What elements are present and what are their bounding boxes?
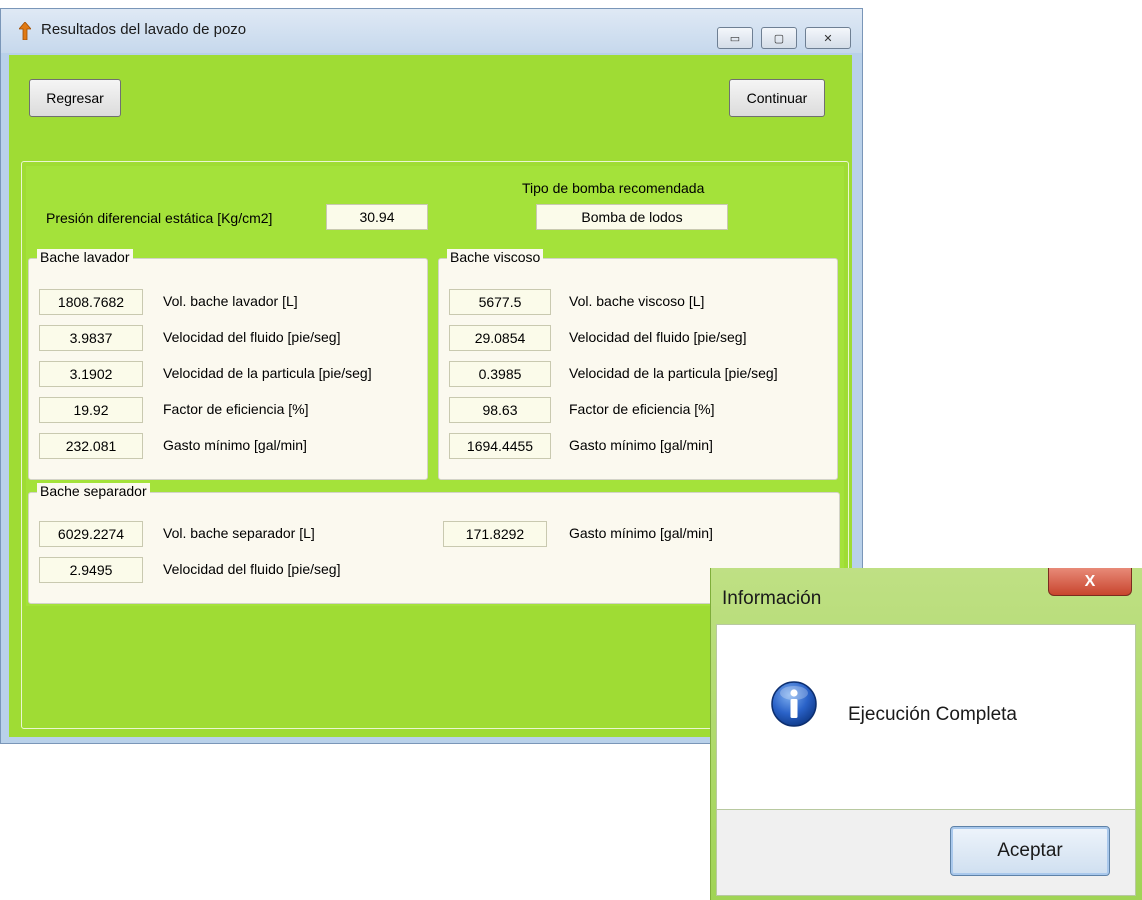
lavador-efficiency-field[interactable]: 19.92 <box>39 397 143 423</box>
info-icon <box>771 681 817 727</box>
separador-min-flow-field[interactable]: 171.8292 <box>443 521 547 547</box>
bache-viscoso-group: Bache viscoso 5677.5 Vol. bache viscoso … <box>438 249 838 480</box>
viscoso-efficiency-field[interactable]: 98.63 <box>449 397 551 423</box>
list-item: 1808.7682 Vol. bache lavador [L] <box>29 289 427 317</box>
bache-viscoso-title: Bache viscoso <box>447 249 544 265</box>
lavador-min-flow-label: Gasto mínimo [gal/min] <box>163 437 307 453</box>
close-icon: ✕ <box>823 32 833 45</box>
list-item: 232.081 Gasto mínimo [gal/min] <box>29 433 427 461</box>
list-item: 29.0854 Velocidad del fluido [pie/seg] <box>439 325 837 353</box>
dialog-close-button[interactable]: X <box>1048 568 1132 596</box>
viscoso-fluid-velocity-field[interactable]: 29.0854 <box>449 325 551 351</box>
separador-vol-field[interactable]: 6029.2274 <box>39 521 143 547</box>
bache-lavador-group: Bache lavador 1808.7682 Vol. bache lavad… <box>28 249 428 480</box>
pump-type-field[interactable]: Bomba de lodos <box>536 204 728 230</box>
info-dialog: Información X Ejecución Completa Aceptar <box>710 568 1142 900</box>
separador-min-flow-label: Gasto mínimo [gal/min] <box>569 525 713 541</box>
list-item: 3.1902 Velocidad de la particula [pie/se… <box>29 361 427 389</box>
lavador-vol-field[interactable]: 1808.7682 <box>39 289 143 315</box>
bache-separador-title: Bache separador <box>37 483 150 499</box>
viscoso-min-flow-label: Gasto mínimo [gal/min] <box>569 437 713 453</box>
ok-button[interactable]: Aceptar <box>950 826 1110 876</box>
list-item: 1694.4455 Gasto mínimo [gal/min] <box>439 433 837 461</box>
continue-button[interactable]: Continuar <box>729 79 825 117</box>
list-item: 5677.5 Vol. bache viscoso [L] <box>439 289 837 317</box>
lavador-particle-velocity-field[interactable]: 3.1902 <box>39 361 143 387</box>
minimize-button[interactable]: ▭ <box>717 27 753 49</box>
back-button[interactable]: Regresar <box>29 79 121 117</box>
list-item: 3.9837 Velocidad del fluido [pie/seg] <box>29 325 427 353</box>
separador-fluid-velocity-field[interactable]: 2.9495 <box>39 557 143 583</box>
lavador-particle-velocity-label: Velocidad de la particula [pie/seg] <box>163 365 372 381</box>
maximize-icon: ▢ <box>773 32 785 45</box>
pressure-label: Presión diferencial estática [Kg/cm2] <box>46 210 273 226</box>
window-title: Resultados del lavado de pozo <box>41 21 247 38</box>
separador-vol-label: Vol. bache separador [L] <box>163 525 315 541</box>
close-icon: X <box>1084 572 1096 590</box>
lavador-fluid-velocity-field[interactable]: 3.9837 <box>39 325 143 351</box>
list-item: 0.3985 Velocidad de la particula [pie/se… <box>439 361 837 389</box>
list-item: 19.92 Factor de eficiencia [%] <box>29 397 427 425</box>
lavador-efficiency-label: Factor de eficiencia [%] <box>163 401 309 417</box>
separador-fluid-velocity-label: Velocidad del fluido [pie/seg] <box>163 561 341 577</box>
viscoso-min-flow-field[interactable]: 1694.4455 <box>449 433 551 459</box>
dialog-message: Ejecución Completa <box>848 704 1017 725</box>
viscoso-fluid-velocity-label: Velocidad del fluido [pie/seg] <box>569 329 747 345</box>
results-panel-body: Presión diferencial estática [Kg/cm2] 30… <box>26 166 844 606</box>
dialog-title: Información <box>722 588 822 609</box>
close-button[interactable]: ✕ <box>805 27 851 49</box>
viscoso-particle-velocity-field[interactable]: 0.3985 <box>449 361 551 387</box>
lavador-vol-label: Vol. bache lavador [L] <box>163 293 298 309</box>
viscoso-particle-velocity-label: Velocidad de la particula [pie/seg] <box>569 365 778 381</box>
viscoso-vol-label: Vol. bache viscoso [L] <box>569 293 705 309</box>
window-titlebar[interactable]: Resultados del lavado de pozo ▭ ▢ ✕ <box>1 9 862 53</box>
lavador-fluid-velocity-label: Velocidad del fluido [pie/seg] <box>163 329 341 345</box>
pump-type-label: Tipo de bomba recomendada <box>522 180 705 196</box>
pressure-field[interactable]: 30.94 <box>326 204 428 230</box>
viscoso-vol-field[interactable]: 5677.5 <box>449 289 551 315</box>
arrow-up-icon <box>19 22 31 40</box>
viscoso-efficiency-label: Factor de eficiencia [%] <box>569 401 715 417</box>
bache-lavador-title: Bache lavador <box>37 249 133 265</box>
lavador-min-flow-field[interactable]: 232.081 <box>39 433 143 459</box>
maximize-button[interactable]: ▢ <box>761 27 797 49</box>
list-item: 98.63 Factor de eficiencia [%] <box>439 397 837 425</box>
minimize-icon: ▭ <box>729 32 741 45</box>
list-item: 6029.2274 Vol. bache separador [L] 171.8… <box>29 521 839 549</box>
